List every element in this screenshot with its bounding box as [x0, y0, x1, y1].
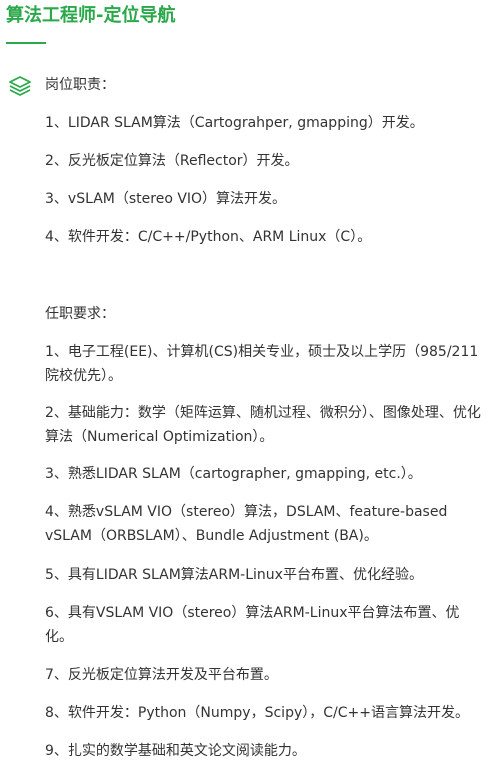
requirement-item: 7、反光板定位算法开发及平台布置。 [45, 667, 278, 683]
requirement-item: 4、熟悉vSLAM VIO（stereo）算法，DSLAM、feature-ba… [45, 504, 448, 544]
requirement-item: 5、具有LIDAR SLAM算法ARM-Linux平台布置、优化经验。 [45, 567, 423, 583]
requirement-item: 9、扎实的数学基础和英文论文阅读能力。 [45, 743, 306, 759]
requirement-item: 2、基础能力：数学（矩阵运算、随机过程、微积分）、图像处理、优化算法（Numer… [45, 405, 481, 445]
page-title: 算法工程师-定位导航 [6, 5, 176, 26]
duty-item: 4、软件开发：C/C++/Python、ARM Linux（C）。 [45, 229, 372, 245]
requirement-item: 1、电子工程(EE)、计算机(CS)相关专业，硕士及以上学历（985/211院校… [45, 344, 479, 384]
duty-item: 1、LIDAR SLAM算法（Cartograhper, gmapping）开发… [45, 115, 424, 131]
layers-icon [9, 76, 31, 96]
requirement-item: 8、软件开发：Python（Numpy，Scipy），C/C++语言算法开发。 [45, 705, 469, 721]
duties-heading: 岗位职责： [45, 77, 115, 93]
duty-item: 3、vSLAM（stereo VIO）算法开发。 [45, 191, 287, 207]
duty-item: 2、反光板定位算法（Reflector）开发。 [45, 153, 299, 169]
requirement-item: 3、熟悉LIDAR SLAM（cartographer, gmapping, e… [45, 466, 422, 482]
requirement-item: 6、具有VSLAM VIO（stereo）算法ARM-Linux平台算法布置、优… [45, 605, 460, 645]
title-underline [6, 42, 46, 44]
requirements-heading: 任职要求： [45, 306, 115, 322]
